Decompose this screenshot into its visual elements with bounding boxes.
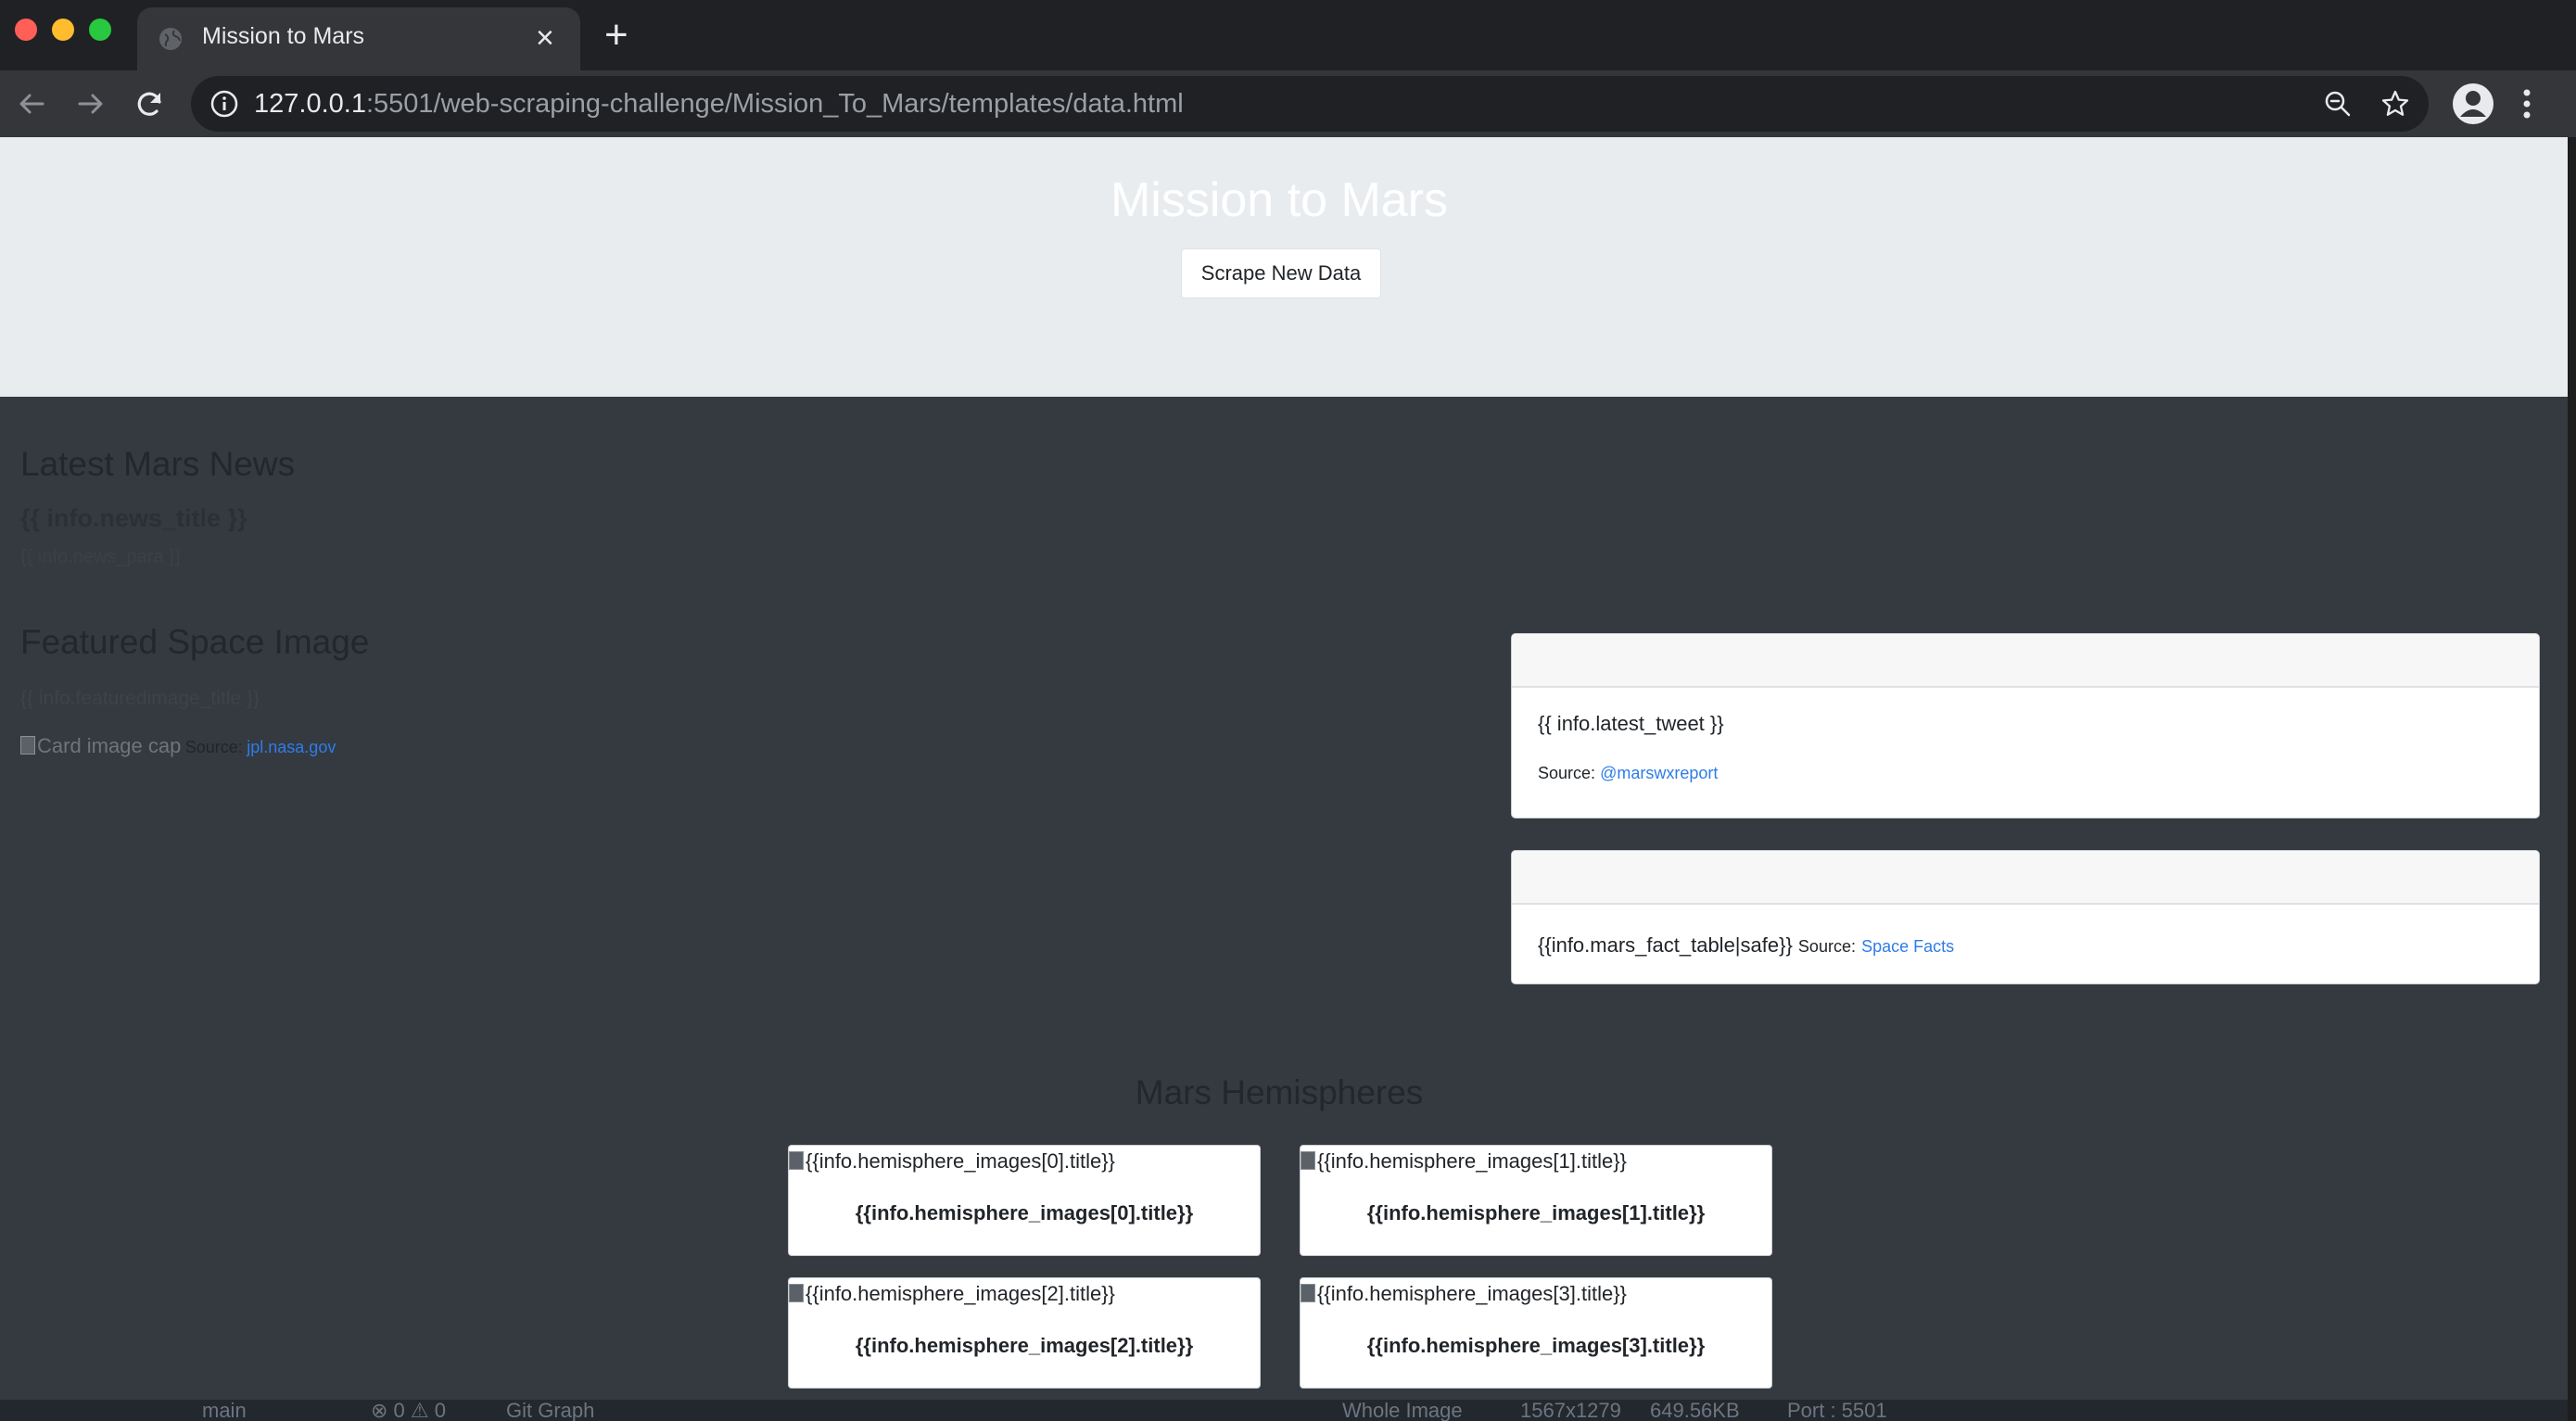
hemisphere-image[interactable]: {{info.hemisphere_images[1].title}}	[1301, 1149, 1627, 1174]
hemisphere-card: {{info.hemisphere_images[0].title}} {{in…	[788, 1145, 1261, 1256]
jumbotron: Mission to Mars Scrape New Data	[0, 137, 2568, 397]
hemisphere-image-alt: {{info.hemisphere_images[0].title}}	[806, 1149, 1115, 1173]
broken-image-icon	[1301, 1151, 1315, 1170]
news-heading: Latest Mars News	[20, 445, 296, 483]
browser-tab[interactable]: Mission to Mars ×	[137, 7, 580, 70]
scrape-new-data-button[interactable]: Scrape New Data	[1181, 248, 1381, 298]
weather-card-header: Current Weather on Mars	[1512, 634, 2539, 688]
star-icon[interactable]	[2380, 89, 2410, 119]
profile-icon[interactable]	[2451, 82, 2495, 126]
url-host: 127.0.0.1	[254, 89, 366, 119]
window-zoom-button[interactable]	[89, 19, 111, 41]
facts-table: {{info.mars_fact_table|safe}} Source: Sp…	[1538, 933, 1954, 958]
hemisphere-image-alt: {{info.hemisphere_images[1].title}}	[1317, 1149, 1627, 1173]
status-file-size: 649.56KB	[1650, 1400, 1740, 1421]
hemisphere-title: {{info.hemisphere_images[0].title}}	[855, 1201, 1194, 1224]
status-sync: ⊗ 0 ⚠ 0	[371, 1400, 446, 1421]
broken-image-icon	[789, 1284, 804, 1302]
hemisphere-title: {{info.hemisphere_images[1].title}}	[1366, 1201, 1706, 1224]
page-viewport: Mission to Mars Scrape New Data Latest M…	[0, 137, 2568, 1421]
hemisphere-image[interactable]: {{info.hemisphere_images[2].title}}	[789, 1282, 1115, 1306]
hemisphere-card: {{info.hemisphere_images[3].title}} {{in…	[1300, 1277, 1772, 1389]
featured-image[interactable]: Card image cap	[37, 734, 181, 757]
status-image-label: Whole Image	[1342, 1400, 1463, 1421]
underlying-status-bar: main ⊗ 0 ⚠ 0 Git Graph Whole Image 1567x…	[0, 1400, 2568, 1421]
hemisphere-title: {{info.hemisphere_images[2].title}}	[855, 1334, 1194, 1357]
new-tab-icon[interactable]: +	[604, 11, 628, 59]
info-icon[interactable]	[209, 89, 239, 119]
facts-table-text: {{info.mars_fact_table|safe}}	[1538, 933, 1793, 957]
hemisphere-image-alt: {{info.hemisphere_images[3].title}}	[1317, 1282, 1627, 1305]
weather-source: Source: @marswxreport	[1538, 764, 1718, 783]
broken-image-icon	[20, 736, 35, 755]
url-text[interactable]: 127.0.0.1:5501/web-scraping-challenge/Mi…	[254, 89, 1184, 120]
back-arrow-icon[interactable]	[11, 83, 52, 124]
weather-source-label: Source:	[1538, 764, 1596, 782]
news-paragraph: {{ info.news_para }}	[20, 547, 182, 567]
hemisphere-card: {{info.hemisphere_images[2].title}} {{in…	[788, 1277, 1261, 1389]
hemisphere-title: {{info.hemisphere_images[3].title}}	[1366, 1334, 1706, 1357]
facts-source-label: Source:	[1797, 937, 1856, 956]
broken-image-icon	[1301, 1284, 1315, 1302]
globe-icon	[159, 28, 182, 50]
forward-arrow-icon[interactable]	[70, 83, 111, 124]
url-path: :5501/web-scraping-challenge/Mission_To_…	[365, 89, 1184, 119]
menu-dots-icon[interactable]	[2518, 83, 2536, 124]
weather-card: Current Weather on Mars {{ info.latest_t…	[1511, 633, 2540, 818]
latest-tweet: {{ info.latest_tweet }}	[1538, 712, 1724, 735]
window-close-button[interactable]	[15, 19, 37, 41]
hemispheres-heading: Mars Hemispheres	[1135, 1073, 1424, 1111]
tab-title: Mission to Mars	[202, 23, 365, 49]
status-port: Port : 5501	[1787, 1400, 1887, 1421]
hemisphere-image[interactable]: {{info.hemisphere_images[0].title}}	[789, 1149, 1115, 1174]
status-git-graph: Git Graph	[506, 1400, 595, 1421]
hemisphere-card: {{info.hemisphere_images[1].title}} {{in…	[1300, 1145, 1772, 1256]
address-bar[interactable]: 127.0.0.1:5501/web-scraping-challenge/Mi…	[191, 76, 2429, 132]
featured-image-row: Card image cap Source: jpl.nasa.gov	[20, 734, 336, 758]
weather-source-link[interactable]: @marswxreport	[1600, 764, 1718, 782]
broken-image-icon	[789, 1151, 804, 1170]
zoom-icon[interactable]	[2323, 89, 2353, 119]
browser-toolbar: 127.0.0.1:5501/web-scraping-challenge/Mi…	[0, 70, 2576, 137]
featured-image-heading: Featured Space Image	[20, 623, 370, 661]
page-title: Mission to Mars	[1110, 173, 1449, 227]
hemisphere-image[interactable]: {{info.hemisphere_images[3].title}}	[1301, 1282, 1627, 1306]
window-edge	[2568, 137, 2576, 1421]
status-dimensions: 1567x1279	[1520, 1400, 1621, 1421]
close-tab-icon[interactable]: ×	[536, 19, 554, 57]
news-title: {{ info.news_title }}	[20, 504, 247, 532]
featured-image-title: {{ info.featuredimage_title }}	[20, 688, 260, 709]
window-minimize-button[interactable]	[52, 19, 74, 41]
facts-card-header: Mars Facts Table	[1512, 851, 2539, 905]
browser-tab-bar: Mission to Mars × +	[0, 0, 2576, 70]
featured-source-link[interactable]: jpl.nasa.gov	[247, 738, 336, 756]
featured-source-label: Source:	[184, 738, 243, 756]
status-branch: main	[202, 1400, 247, 1421]
facts-card: Mars Facts Table {{info.mars_fact_table|…	[1511, 850, 2540, 984]
facts-source-link[interactable]: Space Facts	[1861, 937, 1954, 956]
hemisphere-image-alt: {{info.hemisphere_images[2].title}}	[806, 1282, 1115, 1305]
reload-icon[interactable]	[130, 83, 171, 124]
